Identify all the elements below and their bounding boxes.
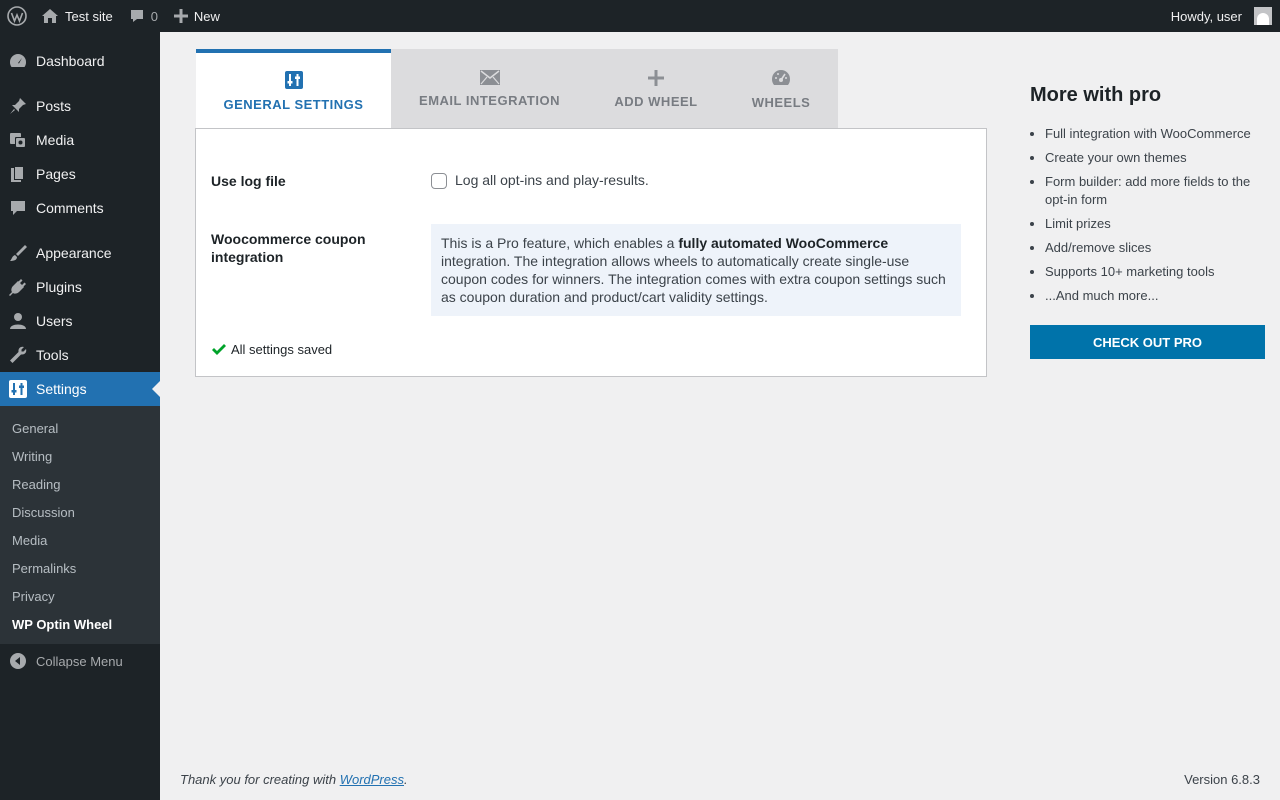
comments-link[interactable]: 0 xyxy=(121,0,166,32)
plus-icon xyxy=(173,9,188,23)
media-icon xyxy=(0,130,36,150)
log-file-label: Use log file xyxy=(211,173,286,189)
sidebar-item-tools[interactable]: Tools xyxy=(0,338,160,372)
checkmark-icon xyxy=(212,343,226,355)
plus-icon xyxy=(648,69,664,86)
avatar xyxy=(1254,7,1272,25)
admin-sidebar: Dashboard Posts Media Pages Comments App… xyxy=(0,32,160,800)
list-item: Create your own themes xyxy=(1045,149,1265,167)
settings-saved-status: All settings saved xyxy=(211,342,332,357)
sidebar-item-label: Settings xyxy=(36,381,87,397)
sidebar-item-label: Comments xyxy=(36,200,104,216)
sidebar-item-label: Posts xyxy=(36,98,72,114)
collapse-menu-label: Collapse Menu xyxy=(36,653,123,669)
pin-icon xyxy=(0,96,36,116)
submenu-item-discussion[interactable]: Discussion xyxy=(0,498,160,526)
brush-icon xyxy=(0,243,36,263)
log-file-checkbox-label[interactable]: Log all opt-ins and play-results. xyxy=(455,172,649,188)
sliders-icon xyxy=(284,70,303,89)
tab-add-wheel[interactable]: ADD WHEEL xyxy=(588,49,724,129)
site-name-label: Test site xyxy=(65,8,113,24)
version-label: Version 6.8.3 xyxy=(1184,772,1260,787)
list-item: ...And much more... xyxy=(1045,287,1265,305)
new-label: New xyxy=(193,8,220,24)
submenu-item-wp-optin-wheel[interactable]: WP Optin Wheel xyxy=(0,610,160,638)
promo-title: More with pro xyxy=(1030,84,1162,106)
submenu-item-permalinks[interactable]: Permalinks xyxy=(0,554,160,582)
list-item: Add/remove slices xyxy=(1045,239,1265,257)
pro-text-end: integration. The integration allows whee… xyxy=(441,253,946,305)
comment-icon xyxy=(130,10,143,22)
check-out-pro-button[interactable]: CHECK OUT PRO xyxy=(1030,325,1265,359)
submenu-item-privacy[interactable]: Privacy xyxy=(0,582,160,610)
howdy-label: Howdy, user xyxy=(1170,8,1242,24)
sidebar-item-label: Users xyxy=(36,313,73,329)
sidebar-item-pages[interactable]: Pages xyxy=(0,157,160,191)
sidebar-item-media[interactable]: Media xyxy=(0,123,160,157)
tab-label: WHEELS xyxy=(751,94,811,110)
promo-feature-list: Full integration with WooCommerce Create… xyxy=(1030,125,1265,305)
comment-icon xyxy=(0,198,36,218)
woocommerce-coupon-label: Woocommerce coupon integration xyxy=(211,231,366,265)
list-item: Limit prizes xyxy=(1045,215,1265,233)
tab-label: EMAIL INTEGRATION xyxy=(419,93,560,108)
submenu-item-general[interactable]: General xyxy=(0,414,160,442)
wrench-icon xyxy=(0,345,36,365)
wordpress-link[interactable]: WordPress xyxy=(340,772,404,787)
envelope-icon xyxy=(479,70,500,85)
submenu-item-reading[interactable]: Reading xyxy=(0,470,160,498)
home-icon xyxy=(42,9,58,23)
sidebar-item-plugins[interactable]: Plugins xyxy=(0,270,160,304)
footer-thanks: Thank you for creating with WordPress. xyxy=(180,772,408,787)
settings-submenu: General Writing Reading Discussion Media… xyxy=(0,406,160,644)
sidebar-item-label: Dashboard xyxy=(36,53,105,69)
sidebar-item-posts[interactable]: Posts xyxy=(0,89,160,123)
dashboard-icon xyxy=(771,69,791,85)
tab-email-integration[interactable]: EMAIL INTEGRATION xyxy=(391,49,588,129)
tab-wheels[interactable]: WHEELS xyxy=(724,49,838,129)
pro-feature-notice: This is a Pro feature, which enables a f… xyxy=(431,224,961,316)
sidebar-item-settings[interactable]: Settings xyxy=(0,372,160,406)
list-item: Supports 10+ marketing tools xyxy=(1045,263,1265,281)
submenu-item-media[interactable]: Media xyxy=(0,526,160,554)
sidebar-item-dashboard[interactable]: Dashboard xyxy=(0,44,160,78)
wordpress-logo-icon xyxy=(7,6,27,26)
sidebar-item-label: Tools xyxy=(36,347,69,363)
my-account-link[interactable]: Howdy, user xyxy=(1163,0,1280,32)
user-icon xyxy=(0,311,36,331)
pro-text-start: This is a Pro feature, which enables a xyxy=(441,235,679,251)
tab-label: GENERAL SETTINGS xyxy=(223,96,364,112)
new-content-link[interactable]: New xyxy=(166,0,228,32)
settings-panel: Use log file Log all opt-ins and play-re… xyxy=(195,128,987,377)
dashboard-icon xyxy=(0,51,36,71)
wordpress-logo-button[interactable] xyxy=(0,0,33,32)
submenu-item-writing[interactable]: Writing xyxy=(0,442,160,470)
tab-general-settings[interactable]: GENERAL SETTINGS xyxy=(196,49,391,129)
site-name-link[interactable]: Test site xyxy=(33,0,121,32)
sidebar-item-users[interactable]: Users xyxy=(0,304,160,338)
sidebar-item-label: Media xyxy=(36,132,75,148)
pro-promo: More with pro Full integration with WooC… xyxy=(1030,84,1265,359)
settings-tabs: GENERAL SETTINGS EMAIL INTEGRATION ADD W… xyxy=(196,49,838,129)
admin-bar: Test site 0 New Howdy, user xyxy=(0,0,1280,32)
collapse-menu-button[interactable]: Collapse Menu xyxy=(0,644,160,678)
pages-icon xyxy=(0,164,36,184)
saved-message: All settings saved xyxy=(231,342,333,357)
sidebar-item-label: Pages xyxy=(36,166,76,182)
footer-thanks-suffix: . xyxy=(404,772,408,787)
sidebar-item-label: Plugins xyxy=(36,279,82,295)
list-item: Full integration with WooCommerce xyxy=(1045,125,1265,143)
collapse-arrow-icon xyxy=(0,653,36,669)
pro-text-bold: fully automated WooCommerce xyxy=(678,235,889,251)
sidebar-item-label: Appearance xyxy=(36,245,112,261)
sliders-icon xyxy=(0,380,36,398)
log-file-checkbox[interactable] xyxy=(431,173,447,189)
footer-thanks-prefix: Thank you for creating with xyxy=(180,772,340,787)
plug-icon xyxy=(0,277,36,297)
list-item: Form builder: add more fields to the opt… xyxy=(1045,173,1265,209)
tab-label: ADD WHEEL xyxy=(614,93,698,109)
sidebar-item-comments[interactable]: Comments xyxy=(0,191,160,225)
comments-count: 0 xyxy=(150,8,158,24)
sidebar-item-appearance[interactable]: Appearance xyxy=(0,236,160,270)
